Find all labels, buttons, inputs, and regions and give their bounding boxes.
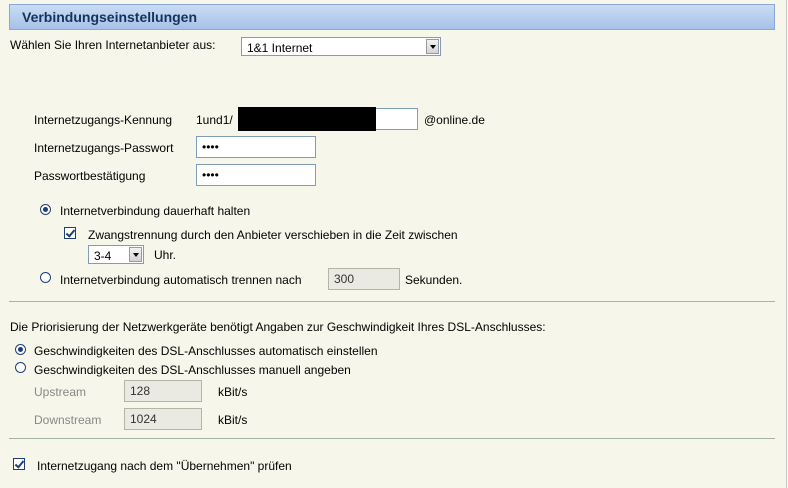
dsl-manual-label: Geschwindigkeiten des DSL-Anschlusses ma… bbox=[34, 363, 351, 377]
passwort-input[interactable]: •••• bbox=[196, 136, 316, 158]
kennung-suffix: @online.de bbox=[424, 113, 485, 127]
shift-disconnect-label: Zwangstrennung durch den Anbieter versch… bbox=[88, 228, 458, 242]
upstream-input[interactable]: 128 bbox=[124, 380, 202, 402]
dsl-auto-label: Geschwindigkeiten des DSL-Anschlusses au… bbox=[34, 344, 378, 358]
dsl-intro-text: Die Priorisierung der Netzwerkgeräte ben… bbox=[10, 320, 546, 334]
check-connection-checkbox[interactable] bbox=[13, 458, 25, 470]
auto-disconnect-label: Internetverbindung automatisch trennen n… bbox=[60, 273, 302, 287]
shift-disconnect-checkbox[interactable] bbox=[64, 227, 76, 239]
downstream-label: Downstream bbox=[34, 413, 102, 427]
section-title: Verbindungseinstellungen bbox=[22, 9, 198, 25]
chevron-down-icon[interactable] bbox=[129, 247, 142, 262]
upstream-label: Upstream bbox=[34, 385, 87, 399]
upstream-unit: kBit/s bbox=[218, 385, 248, 399]
auto-disconnect-radio[interactable] bbox=[40, 272, 51, 283]
shift-time-unit: Uhr. bbox=[154, 248, 177, 262]
kennung-label: Internetzugangs-Kennung bbox=[34, 113, 173, 127]
divider bbox=[9, 301, 775, 302]
passwort-label: Internetzugangs-Passwort bbox=[34, 141, 174, 155]
downstream-input[interactable]: 1024 bbox=[124, 408, 202, 430]
downstream-unit: kBit/s bbox=[218, 413, 248, 427]
provider-select-value: 1&1 Internet bbox=[247, 41, 313, 55]
dsl-auto-radio[interactable] bbox=[15, 344, 26, 355]
provider-select[interactable]: 1&1 Internet bbox=[241, 37, 441, 56]
section-header: Verbindungseinstellungen bbox=[9, 4, 775, 30]
kennung-prefix: 1und1/ bbox=[196, 113, 233, 127]
chevron-down-icon[interactable] bbox=[426, 39, 439, 54]
bestaetigung-input[interactable]: •••• bbox=[196, 164, 316, 186]
keep-connection-radio[interactable] bbox=[40, 204, 51, 215]
provider-label: Wählen Sie Ihren Internetanbieter aus: bbox=[10, 38, 216, 52]
keep-connection-label: Internetverbindung dauerhaft halten bbox=[60, 204, 251, 218]
bestaetigung-label: Passwortbestätigung bbox=[34, 169, 146, 183]
redaction-block bbox=[238, 107, 376, 131]
auto-disconnect-unit: Sekunden. bbox=[405, 273, 463, 287]
auto-disconnect-input[interactable]: 300 bbox=[328, 268, 400, 290]
divider bbox=[9, 438, 775, 439]
check-connection-label: Internetzugang nach dem "Übernehmen" prü… bbox=[37, 459, 292, 473]
dsl-manual-radio[interactable] bbox=[15, 362, 26, 373]
shift-time-value: 3-4 bbox=[94, 249, 112, 263]
shift-time-select[interactable]: 3-4 bbox=[88, 245, 144, 264]
